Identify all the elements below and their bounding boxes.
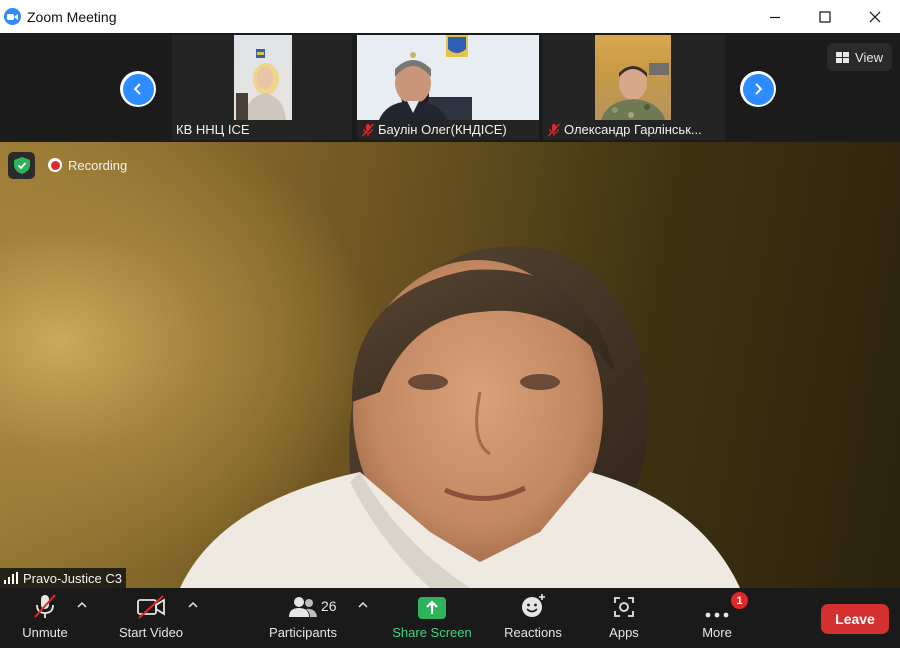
- participant-tile[interactable]: КВ ННЦ ІСЕ: [172, 35, 352, 140]
- participant-name: Олександр Гарлінськ...: [547, 122, 702, 137]
- participant-name: Баулін Олег(КНДІСЕ): [361, 122, 507, 137]
- shield-check-icon: [13, 157, 30, 174]
- more-dots-icon: [704, 588, 730, 622]
- minimize-icon[interactable]: [750, 0, 800, 33]
- participant-strip: КВ ННЦ ІСЕ Баулін Олег(КНДІСЕ) Олександр…: [0, 33, 900, 142]
- window-title: Zoom Meeting: [27, 8, 117, 25]
- participants-label: Participants: [269, 625, 337, 640]
- maximize-icon[interactable]: [800, 0, 850, 33]
- start-video-button[interactable]: Start Video: [112, 588, 190, 648]
- speaker-name-tag: Pravo-Justice C3: [0, 568, 126, 588]
- participant-tile[interactable]: Баулін Олег(КНДІСЕ): [357, 35, 539, 140]
- participant-name: КВ ННЦ ІСЕ: [176, 122, 250, 137]
- muted-mic-icon: [361, 123, 375, 136]
- unmute-button[interactable]: Unmute: [15, 588, 75, 648]
- chevron-right-icon: [742, 73, 774, 105]
- share-screen-icon: [418, 588, 446, 622]
- grid-view-icon: [836, 51, 850, 63]
- participants-icon: [288, 588, 318, 622]
- prev-page-button[interactable]: [120, 71, 156, 107]
- participants-options-caret-icon[interactable]: [358, 601, 368, 609]
- apps-label: Apps: [609, 625, 639, 640]
- apps-icon: [612, 588, 636, 622]
- participant-video: [595, 35, 671, 120]
- muted-mic-icon: [32, 588, 58, 622]
- unmute-label: Unmute: [22, 625, 68, 640]
- audio-options-caret-icon[interactable]: [77, 601, 87, 609]
- chevron-left-icon: [122, 73, 154, 105]
- share-screen-label: Share Screen: [392, 625, 472, 640]
- more-label: More: [702, 625, 732, 640]
- zoom-logo-icon: [4, 8, 21, 25]
- speaker-name: Pravo-Justice C3: [23, 570, 122, 586]
- recording-indicator[interactable]: Recording: [48, 155, 127, 175]
- muted-mic-icon: [547, 123, 561, 136]
- view-button[interactable]: View: [827, 43, 892, 71]
- close-icon[interactable]: [850, 0, 900, 33]
- reactions-button[interactable]: Reactions: [500, 588, 566, 648]
- video-off-icon: [136, 588, 166, 622]
- reactions-icon: [520, 588, 546, 622]
- encryption-status[interactable]: [8, 152, 35, 179]
- leave-button[interactable]: Leave: [821, 604, 889, 634]
- recording-label: Recording: [68, 157, 128, 173]
- participants-button[interactable]: Participants: [263, 588, 343, 648]
- participant-video: [234, 35, 292, 120]
- video-options-caret-icon[interactable]: [188, 601, 198, 609]
- participant-tile[interactable]: Олександр Гарлінськ...: [543, 35, 725, 140]
- view-label: View: [855, 49, 883, 65]
- apps-button[interactable]: Apps: [598, 588, 650, 648]
- participant-video: [357, 35, 539, 120]
- active-speaker-video: Recording Pravo-Justice C3: [0, 142, 900, 588]
- speaker-image: [180, 246, 740, 588]
- share-screen-button[interactable]: Share Screen: [390, 588, 474, 648]
- participants-count: 26: [321, 598, 337, 614]
- recording-dot-icon: [48, 158, 62, 172]
- signal-strength-icon: [4, 572, 18, 584]
- start-video-label: Start Video: [118, 625, 184, 640]
- title-bar: Zoom Meeting: [0, 0, 900, 33]
- notification-badge: 1: [731, 592, 748, 609]
- next-page-button[interactable]: [740, 71, 776, 107]
- meeting-toolbar: Unmute Start Video Participants 26 Share…: [0, 588, 900, 648]
- reactions-label: Reactions: [504, 625, 562, 640]
